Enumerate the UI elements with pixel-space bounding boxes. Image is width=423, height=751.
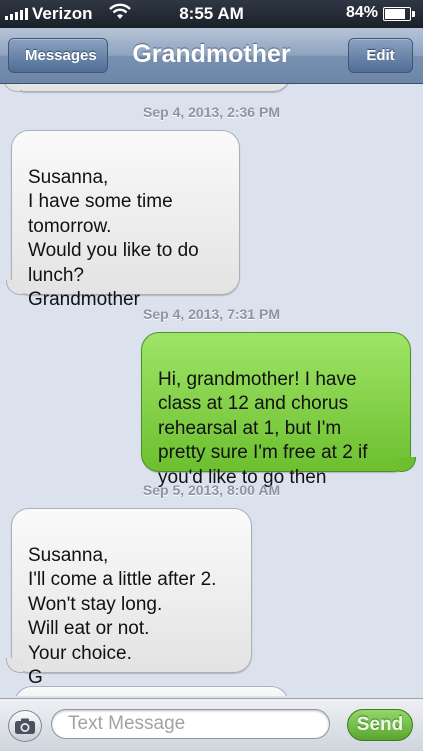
message-timestamp: Sep 5, 2013, 8:00 AM	[142, 482, 281, 498]
bubble-tail	[6, 658, 23, 673]
status-bar: Verizon 8:55 AM 84%	[0, 0, 423, 28]
battery-icon	[383, 7, 415, 21]
message-timestamp: Sep 4, 2013, 2:36 PM	[143, 104, 280, 120]
edit-button[interactable]: Edit	[348, 38, 413, 73]
message-bubble-partial-bottom	[14, 686, 289, 696]
camera-icon	[15, 718, 35, 734]
battery-percent: 84%	[345, 4, 378, 21]
message-input[interactable]	[51, 709, 330, 739]
battery-fill	[385, 9, 406, 19]
message-bubble-partial-top	[3, 84, 291, 92]
message-timestamp: Sep 4, 2013, 7:31 PM	[143, 306, 280, 322]
bubble-tail	[6, 280, 23, 295]
send-button[interactable]: Send	[347, 709, 413, 741]
outgoing-message[interactable]: Hi, grandmother! I have class at 12 and …	[141, 332, 416, 488]
message-thread[interactable]: Sep 4, 2013, 2:36 PM Susanna, I have som…	[0, 84, 423, 696]
camera-button[interactable]	[8, 710, 42, 742]
bubble-tail	[3, 84, 20, 92]
message-text: Hi, grandmother! I have class at 12 and …	[158, 368, 368, 488]
navigation-bar: Messages Grandmother Edit	[0, 28, 423, 84]
bubble-tail	[399, 457, 416, 472]
message-text: Susanna, I'll come a little after 2. Won…	[28, 544, 217, 689]
incoming-message[interactable]: Susanna, I have some time tomorrow. Woul…	[6, 130, 240, 310]
incoming-message[interactable]: Susanna, I'll come a little after 2. Won…	[6, 508, 252, 688]
message-input-bar: Send	[0, 698, 423, 751]
message-text: Susanna, I have some time tomorrow. Woul…	[28, 166, 199, 311]
